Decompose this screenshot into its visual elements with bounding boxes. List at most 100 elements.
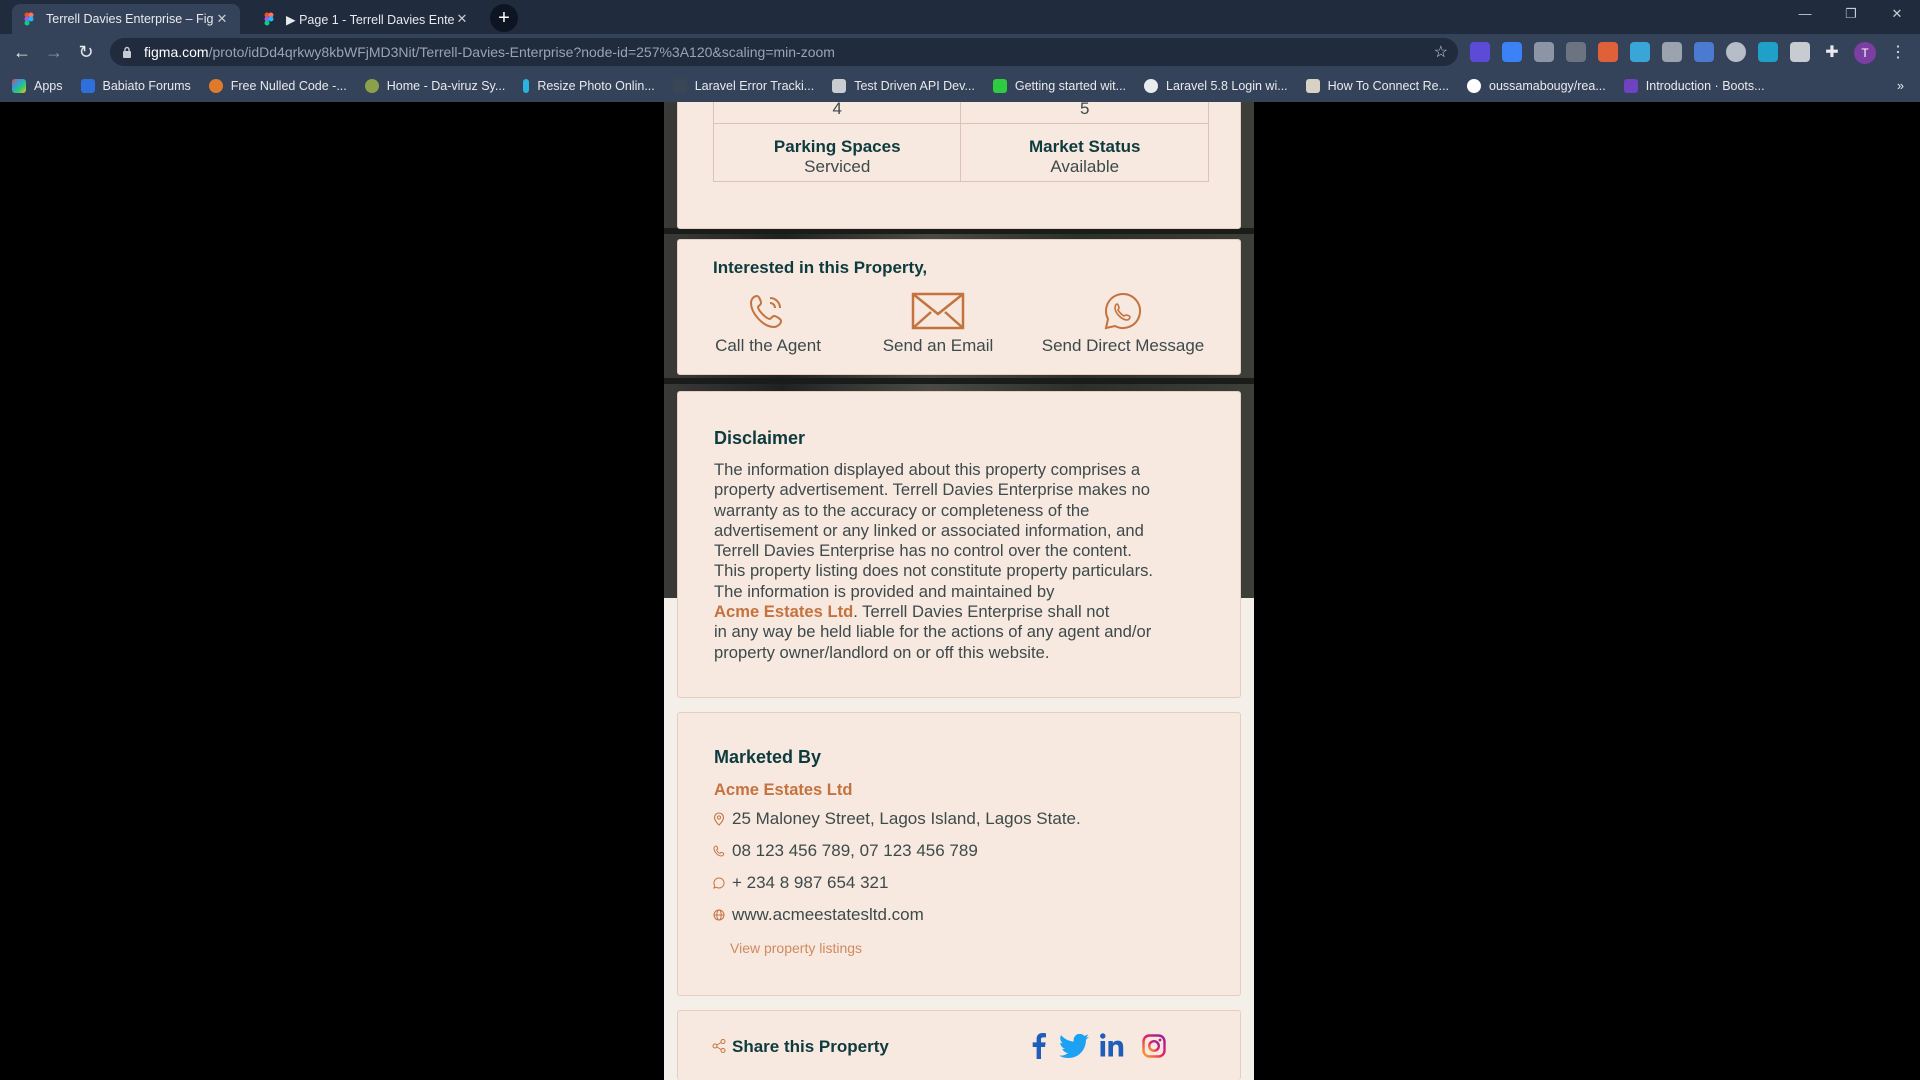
disclaimer-line: Terrell Davies Enterprise has no control… [714,541,1132,561]
disclaimer-line: Acme Estates Ltd. Terrell Davies Enterpr… [714,602,1214,622]
bookmark-item[interactable]: Free Nulled Code -... [208,79,347,93]
instagram-icon[interactable] [1142,1034,1166,1058]
bookmark-item[interactable]: Home - Da-viruz Sy... [364,79,506,93]
disclaimer-line: The information displayed about this pro… [714,460,1141,479]
bookmark-item[interactable]: oussamabougy/rea... [1467,79,1606,93]
table-cell: Parking Spaces Serviced [712,123,962,182]
bookmark-label: Home - Da-viruz Sy... [386,79,506,93]
send-email-label: Send an Email [882,336,994,355]
window-controls: — ❐ ✕ [1782,0,1920,30]
detail-value: Serviced [804,156,871,176]
forward-icon[interactable]: → [38,42,70,63]
page-viewport: 4 5 Parking Spaces Serviced Market Statu… [0,102,1920,1080]
figma-icon [264,12,274,26]
close-window-icon[interactable]: ✕ [1874,0,1920,30]
disclaimer-text: The information displayed about this pro… [714,460,1214,663]
disclaimer-line: The information is provided and maintain… [714,581,1055,601]
tab-figma-file[interactable]: Terrell Davies Enterprise – Figma ✕ [12,4,240,34]
extension-icon[interactable] [1758,42,1778,62]
extension-icon[interactable] [1566,42,1586,62]
bookmark-item[interactable]: Getting started wit... [992,79,1127,93]
apps-grid-icon [12,79,26,93]
browser-tab-strip: Terrell Davies Enterprise – Figma ✕ ▶ Pa… [0,0,1920,34]
extension-icon[interactable] [1502,42,1522,62]
marketed-by-card: Marketed By Acme Estates Ltd 25 Maloney … [677,712,1241,996]
extension-icon[interactable] [1726,42,1746,62]
bookmark-label: Apps [34,79,63,93]
marketed-by-title: Marketed By [714,747,822,767]
share-icon [712,1039,726,1053]
puzzle-icon[interactable]: ✚ [1822,42,1842,62]
bookmark-item[interactable]: Test Driven API Dev... [832,79,975,93]
call-agent-button[interactable]: Call the Agent [708,292,828,356]
whatsapp-icon [712,876,726,890]
restore-icon[interactable]: ❐ [1828,0,1874,30]
bookmark-item[interactable]: Laravel 5.8 Login wi... [1144,79,1288,93]
extension-icon[interactable] [1470,42,1490,62]
send-direct-message-label: Send Direct Message [1041,336,1205,355]
bookmark-star-icon[interactable]: ☆ [1434,42,1448,62]
browser-toolbar: ← → ↻ figma.com/proto/idDd4qrkwy8kbWFjMD… [0,34,1920,70]
tab-figma-prototype[interactable]: ▶ Page 1 - Terrell Davies Enterpr ✕ [252,4,480,34]
bookmarks-bar: Apps Babiato Forums Free Nulled Code -..… [0,70,1920,102]
bookmark-item[interactable]: How To Connect Re... [1305,79,1450,93]
phone-numbers[interactable]: 08 123 456 789, 07 123 456 789 [732,841,978,861]
twitter-icon[interactable] [1059,1034,1089,1058]
table-cell: 5 [960,102,1209,124]
extensions-row: ✚ T ⋮ [1470,42,1908,64]
address-bar[interactable]: figma.com/proto/idDd4qrkwy8kbWFjMD3Nit/T… [110,38,1458,66]
bookmark-label: Test Driven API Dev... [854,79,975,93]
bookmark-label: Getting started wit... [1014,79,1127,93]
figma-icon [24,12,34,26]
whatsapp-number[interactable]: + 234 8 987 654 321 [732,873,888,893]
extension-icon[interactable] [1790,42,1810,62]
send-direct-message-button[interactable]: Send Direct Message [1028,292,1218,356]
avatar[interactable]: T [1854,42,1876,64]
extension-icon[interactable] [1534,42,1554,62]
agency-link[interactable]: Acme Estates Ltd [714,602,853,621]
close-icon[interactable]: ✕ [214,11,230,27]
new-tab-button[interactable]: + [490,4,518,32]
send-email-button[interactable]: Send an Email [868,292,1008,356]
close-icon[interactable]: ✕ [454,11,470,27]
bookmark-item[interactable]: Laravel Error Tracki... [672,79,814,93]
extension-icon[interactable] [1694,42,1714,62]
minimize-icon[interactable]: — [1782,0,1828,30]
detail-value: 5 [1080,102,1090,118]
extension-icon[interactable] [1662,42,1682,62]
bookmark-label: Laravel 5.8 Login wi... [1166,79,1288,93]
back-icon[interactable]: ← [6,42,38,63]
menu-kebab-icon[interactable]: ⋮ [1888,42,1908,62]
bookmark-item[interactable]: Introduction · Boots... [1623,79,1765,93]
reload-icon[interactable]: ↻ [70,42,102,63]
detail-label: Market Status [1029,136,1141,156]
agency-whatsapp: + 234 8 987 654 321 [712,873,888,893]
call-agent-label: Call the Agent [715,336,821,355]
bookmarks-overflow-icon[interactable]: » [1897,79,1904,93]
website-link[interactable]: www.acmeestatesltd.com [732,905,924,925]
location-pin-icon [712,812,726,826]
disclaimer-line: property owner/landlord on or off this w… [714,642,1050,662]
agency-website: www.acmeestatesltd.com [712,905,924,925]
url-host: figma.com [144,44,209,60]
share-title: Share this Property [732,1037,889,1056]
prototype-frame: 4 5 Parking Spaces Serviced Market Statu… [664,102,1254,1080]
disclaimer-line: advertisement or any linked or associate… [714,520,1144,540]
bookmark-apps[interactable]: Apps [12,79,63,93]
linkedin-icon[interactable] [1100,1033,1124,1057]
detail-value: 4 [832,102,842,118]
view-listings-link[interactable]: View property listings [730,940,862,956]
bookmark-item[interactable]: Babiato Forums [80,79,191,93]
envelope-icon [911,292,965,330]
table-row: Parking Spaces Serviced Market Status Av… [712,123,1209,182]
bookmark-item[interactable]: Resize Photo Onlin... [523,79,655,93]
phone-icon [712,844,726,858]
agency-name-link[interactable]: Acme Estates Ltd [714,781,852,800]
bookmark-label: How To Connect Re... [1327,79,1450,93]
disclaimer-card: Disclaimer The information displayed abo… [677,391,1241,698]
agency-phones: 08 123 456 789, 07 123 456 789 [712,841,978,861]
facebook-icon[interactable] [1032,1033,1046,1059]
extension-icon[interactable] [1630,42,1650,62]
extension-icon[interactable] [1598,42,1618,62]
tab-title: ▶ Page 1 - Terrell Davies Enterpr [286,12,454,27]
